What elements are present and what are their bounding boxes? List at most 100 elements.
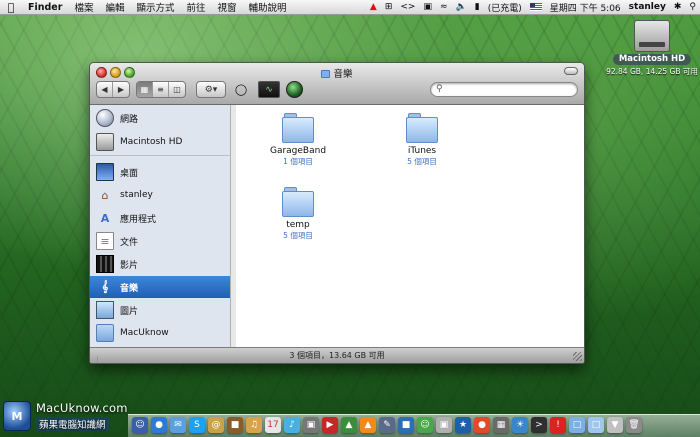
itunes-icon[interactable]: ♪ xyxy=(284,417,300,433)
macuknow-logo-icon: M xyxy=(3,401,31,431)
search-input[interactable] xyxy=(447,84,571,95)
wifi-icon[interactable]: ≈ xyxy=(436,2,452,12)
battery-icon[interactable]: ▮ xyxy=(471,2,484,12)
menu-view[interactable]: 顯示方式 xyxy=(130,0,180,14)
sidebar-item-music[interactable]: 𝄞 音樂 xyxy=(90,276,230,298)
input-flag-icon[interactable] xyxy=(526,2,546,12)
mail-icon[interactable]: ✉ xyxy=(170,417,186,433)
activity-monitor-icon[interactable]: ∿ xyxy=(258,81,280,98)
hard-drive-icon[interactable] xyxy=(634,20,670,52)
display-icon[interactable]: ▣ xyxy=(419,2,436,12)
menu-finder[interactable]: Finder xyxy=(22,2,68,13)
file-item-itunes[interactable]: iTunes 5 個項目 xyxy=(382,113,462,167)
address-book-icon[interactable]: @ xyxy=(208,417,224,433)
action-menu-button[interactable]: ⚙▾ xyxy=(196,81,226,98)
toolbar-toggle-button[interactable] xyxy=(564,67,578,75)
preview-icon[interactable]: ▣ xyxy=(436,417,452,433)
file-count: 5 個項目 xyxy=(283,231,313,240)
sidebar-item-macuknow[interactable]: MacUknow xyxy=(90,322,230,344)
search-icon: ⚲ xyxy=(436,84,443,94)
menubar-user[interactable]: stanley xyxy=(625,2,670,12)
nav-buttons: ◀ ▶ xyxy=(96,81,130,98)
file-name: iTunes xyxy=(407,146,437,156)
sidebar-item-applications[interactable]: A 應用程式 xyxy=(90,207,230,229)
skype-icon[interactable]: S xyxy=(189,417,205,433)
photo-icon[interactable]: ■ xyxy=(227,417,243,433)
vlc-icon[interactable]: ▲ xyxy=(360,417,376,433)
sidebar-item-pictures[interactable]: 圖片 xyxy=(90,299,230,321)
menu-edit[interactable]: 編輯 xyxy=(99,0,130,14)
app-orange-icon[interactable]: ● xyxy=(474,417,490,433)
sidebar-item-macintosh-hd[interactable]: Macintosh HD xyxy=(90,131,230,153)
trash-icon[interactable]: 🗑 xyxy=(626,417,642,433)
volume-icon[interactable]: 🔈 xyxy=(452,2,471,12)
sidebar-item-label: stanley xyxy=(120,190,153,200)
app-sky-icon[interactable]: ☀ xyxy=(512,417,528,433)
forward-button[interactable]: ▶ xyxy=(113,82,129,97)
app-blue-icon[interactable]: ■ xyxy=(398,417,414,433)
watermark: M MacUknow.com 蘋果電腦知識網 xyxy=(0,398,130,437)
file-item-temp[interactable]: temp 5 個項目 xyxy=(258,187,338,241)
update-arrow-icon[interactable]: ▲ xyxy=(366,2,381,12)
column-view-button[interactable]: ◫ xyxy=(169,82,185,97)
app-navy-icon[interactable]: ★ xyxy=(455,417,471,433)
sidebar-item-documents[interactable]: ≡ 文件 xyxy=(90,230,230,252)
sidebar-item-movies[interactable]: 影片 xyxy=(90,253,230,275)
applications-icon: A xyxy=(100,211,110,225)
plus-box-icon[interactable]: ⊞ xyxy=(381,2,397,12)
back-button[interactable]: ◀ xyxy=(97,82,113,97)
resize-grip[interactable] xyxy=(573,352,582,361)
menu-file[interactable]: 檔案 xyxy=(68,0,99,14)
menu-bar:  Finder 檔案 編輯 顯示方式 前往 視窗 輔助說明 ▲ ⊞ <> ▣ … xyxy=(0,0,700,15)
menu-help[interactable]: 輔助說明 xyxy=(243,0,293,14)
ical-icon[interactable]: 17 xyxy=(265,417,281,433)
app-gray-icon[interactable]: ▦ xyxy=(493,417,509,433)
documents-folder-icon[interactable]: □ xyxy=(588,417,604,433)
status-bar: ⋮ 3 個項目，13.64 GB 可用 xyxy=(90,347,584,363)
hard-drive-icon xyxy=(96,133,114,151)
image-capture-icon[interactable]: ▣ xyxy=(303,417,319,433)
sidebar-resize-handle[interactable]: ⋮ xyxy=(94,352,101,363)
app-green-icon[interactable]: ▲ xyxy=(341,417,357,433)
sidebar-item-label: 網路 xyxy=(120,114,139,125)
desktop-hard-drive[interactable]: Macintosh HD 92.84 GB, 14.25 GB 可用 xyxy=(606,20,698,77)
file-item-garageband[interactable]: GarageBand 1 個項目 xyxy=(258,113,338,167)
sidebar-item-network[interactable]: 網路 xyxy=(90,107,230,129)
bluetooth-icon[interactable]: ✱ xyxy=(670,2,686,12)
music-icon: 𝄞 xyxy=(101,280,109,293)
title-bar[interactable]: 音樂 ◀ ▶ ▦ ≡ ◫ ⚙▾ ◯ ∿ ⚲ xyxy=(90,63,584,105)
safari-icon[interactable]: ● xyxy=(151,417,167,433)
menubar-clock[interactable]: 星期四 下午 5:06 xyxy=(546,1,625,14)
network-globe-icon[interactable] xyxy=(286,81,303,98)
view-switcher: ▦ ≡ ◫ xyxy=(136,81,186,98)
folder-icon xyxy=(96,324,114,342)
file-browser: GarageBand 1 個項目 iTunes 5 個項目 temp 5 個項目 xyxy=(236,105,584,349)
apple-menu-icon[interactable]:  xyxy=(0,1,22,14)
app-chat-icon[interactable]: ☺ xyxy=(417,417,433,433)
list-view-button[interactable]: ≡ xyxy=(153,82,169,97)
search-field[interactable]: ⚲ xyxy=(430,82,578,97)
icon-view-button[interactable]: ▦ xyxy=(137,82,153,97)
file-count: 5 個項目 xyxy=(407,157,437,166)
menu-window[interactable]: 視窗 xyxy=(212,0,243,14)
battery-status[interactable]: (已充電) xyxy=(484,1,526,14)
spotlight-icon[interactable]: ⚲ xyxy=(685,2,700,12)
sidebar-item-home[interactable]: ⌂ stanley xyxy=(90,184,230,206)
sidebar-item-label: 圖片 xyxy=(120,306,139,317)
script-icon[interactable]: ✎ xyxy=(379,417,395,433)
finder-icon[interactable]: ☺ xyxy=(132,417,148,433)
menu-go[interactable]: 前往 xyxy=(180,0,211,14)
downloads-icon[interactable]: ▼ xyxy=(607,417,623,433)
garageband-icon[interactable]: ♫ xyxy=(246,417,262,433)
code-icon[interactable]: <> xyxy=(396,2,419,12)
sidebar-divider xyxy=(90,155,230,156)
sidebar-item-desktop[interactable]: 桌面 xyxy=(90,161,230,183)
window-title: 音樂 xyxy=(90,66,584,80)
terminal-icon[interactable]: > xyxy=(531,417,547,433)
applications-folder-icon[interactable]: □ xyxy=(569,417,585,433)
app-red-icon[interactable]: ! xyxy=(550,417,566,433)
home-icon: ⌂ xyxy=(101,188,109,202)
media-icon[interactable]: ▶ xyxy=(322,417,338,433)
burn-disk-icon[interactable]: ◯ xyxy=(232,81,250,98)
sidebar-item-label: 影片 xyxy=(120,260,139,271)
